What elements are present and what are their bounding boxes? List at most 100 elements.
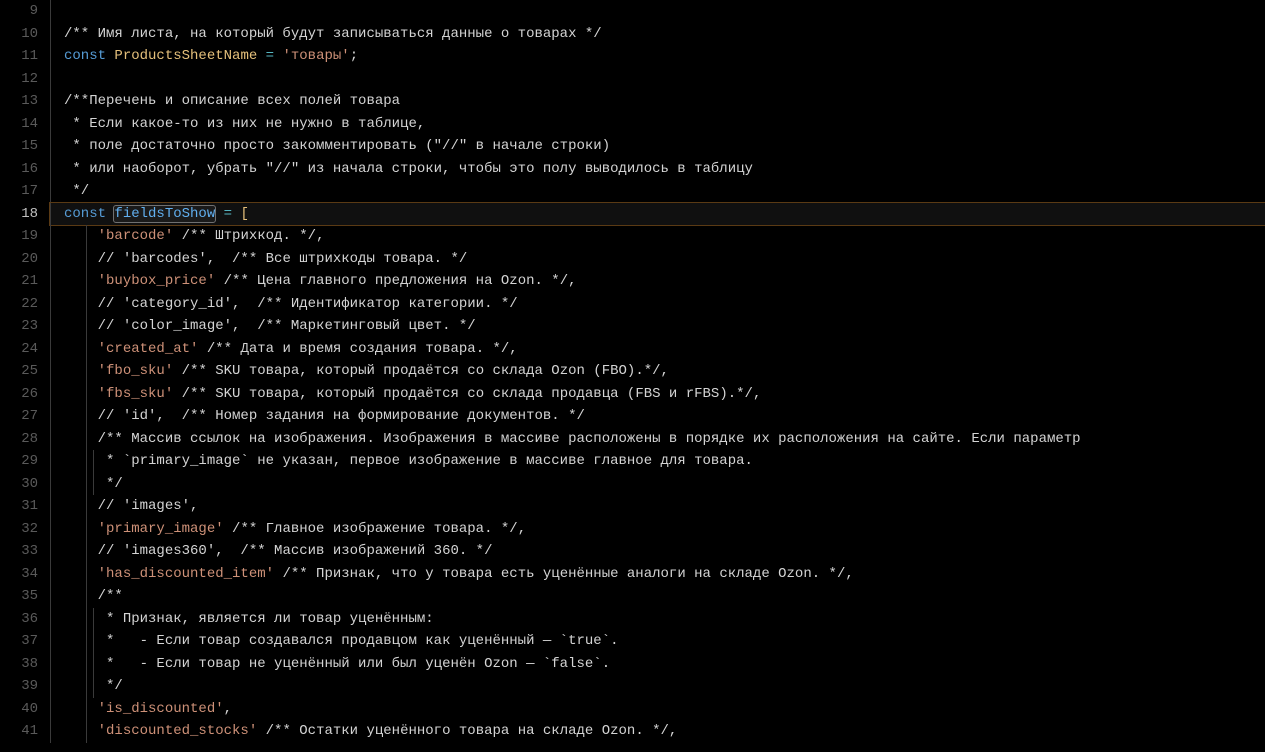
line-content[interactable]: * `primary_image` не указан, первое изоб… <box>50 450 1265 473</box>
line-number[interactable]: 37 <box>0 630 50 653</box>
line-number[interactable]: 30 <box>0 473 50 496</box>
line-number[interactable]: 25 <box>0 360 50 383</box>
code-line[interactable]: 19 'barcode' /** Штрихкод. */, <box>0 225 1265 248</box>
line-content[interactable] <box>50 68 1265 91</box>
line-content[interactable]: // 'barcodes', /** Все штрихкоды товара.… <box>50 248 1265 271</box>
line-content[interactable]: // 'color_image', /** Маркетинговый цвет… <box>50 315 1265 338</box>
code-line[interactable]: 29 * `primary_image` не указан, первое и… <box>0 450 1265 473</box>
line-content[interactable]: /** <box>50 585 1265 608</box>
code-line[interactable]: 17 */ <box>0 180 1265 203</box>
code-line[interactable]: 20 // 'barcodes', /** Все штрихкоды това… <box>0 248 1265 271</box>
line-content[interactable]: /** Имя листа, на который будут записыва… <box>50 23 1265 46</box>
line-number[interactable]: 34 <box>0 563 50 586</box>
line-content[interactable]: * - Если товар создавался продавцом как … <box>50 630 1265 653</box>
code-line[interactable]: 38 * - Если товар не уценённый или был у… <box>0 653 1265 676</box>
line-number[interactable]: 10 <box>0 23 50 46</box>
code-line[interactable]: 22 // 'category_id', /** Идентификатор к… <box>0 293 1265 316</box>
line-content[interactable]: */ <box>50 473 1265 496</box>
line-number[interactable]: 11 <box>0 45 50 68</box>
line-content[interactable]: 'discounted_stocks' /** Остатки уценённо… <box>50 720 1265 743</box>
code-line[interactable]: 24 'created_at' /** Дата и время создани… <box>0 338 1265 361</box>
code-line[interactable]: 32 'primary_image' /** Главное изображен… <box>0 518 1265 541</box>
code-line[interactable]: 30 */ <box>0 473 1265 496</box>
line-content[interactable]: const ProductsSheetName = 'товары'; <box>50 45 1265 68</box>
line-content[interactable]: 'created_at' /** Дата и время создания т… <box>50 338 1265 361</box>
line-content[interactable]: 'buybox_price' /** Цена главного предлож… <box>50 270 1265 293</box>
code-line[interactable]: 39 */ <box>0 675 1265 698</box>
code-line[interactable]: 14 * Если какое-то из них не нужно в таб… <box>0 113 1265 136</box>
line-content[interactable]: * Признак, является ли товар уценённым: <box>50 608 1265 631</box>
line-content[interactable]: 'is_discounted', <box>50 698 1265 721</box>
line-number[interactable]: 26 <box>0 383 50 406</box>
code-line[interactable]: 41 'discounted_stocks' /** Остатки уценё… <box>0 720 1265 743</box>
code-line[interactable]: 11const ProductsSheetName = 'товары'; <box>0 45 1265 68</box>
line-content[interactable]: // 'images360', /** Массив изображений 3… <box>50 540 1265 563</box>
line-number[interactable]: 14 <box>0 113 50 136</box>
code-line[interactable]: 35 /** <box>0 585 1265 608</box>
line-number[interactable]: 39 <box>0 675 50 698</box>
line-content[interactable] <box>50 0 1265 23</box>
code-line[interactable]: 28 /** Массив ссылок на изображения. Изо… <box>0 428 1265 451</box>
line-number[interactable]: 17 <box>0 180 50 203</box>
line-content[interactable]: /**Перечень и описание всех полей товара <box>50 90 1265 113</box>
line-number[interactable]: 21 <box>0 270 50 293</box>
highlighted-symbol[interactable]: fieldsToShow <box>114 206 215 222</box>
code-line[interactable]: 10/** Имя листа, на который будут записы… <box>0 23 1265 46</box>
line-content[interactable]: 'fbo_sku' /** SKU товара, который продаё… <box>50 360 1265 383</box>
code-line[interactable]: 15 * поле достаточно просто закомментиро… <box>0 135 1265 158</box>
code-line[interactable]: 23 // 'color_image', /** Маркетинговый ц… <box>0 315 1265 338</box>
line-number[interactable]: 23 <box>0 315 50 338</box>
line-number[interactable]: 29 <box>0 450 50 473</box>
code-line[interactable]: 36 * Признак, является ли товар уценённы… <box>0 608 1265 631</box>
line-number[interactable]: 32 <box>0 518 50 541</box>
line-content[interactable]: * - Если товар не уценённый или был уцен… <box>50 653 1265 676</box>
line-content[interactable]: const fieldsToShow = [ <box>50 203 1265 226</box>
code-line[interactable]: 13/**Перечень и описание всех полей това… <box>0 90 1265 113</box>
code-line[interactable]: 33 // 'images360', /** Массив изображени… <box>0 540 1265 563</box>
line-number[interactable]: 20 <box>0 248 50 271</box>
line-number[interactable]: 28 <box>0 428 50 451</box>
line-number[interactable]: 31 <box>0 495 50 518</box>
code-editor[interactable]: 910/** Имя листа, на который будут запис… <box>0 0 1265 752</box>
code-line[interactable]: 37 * - Если товар создавался продавцом к… <box>0 630 1265 653</box>
line-number[interactable]: 27 <box>0 405 50 428</box>
line-content[interactable]: // 'id', /** Номер задания на формирован… <box>50 405 1265 428</box>
line-content[interactable]: 'fbs_sku' /** SKU товара, который продаё… <box>50 383 1265 406</box>
line-number[interactable]: 13 <box>0 90 50 113</box>
line-content[interactable]: * Если какое-то из них не нужно в таблиц… <box>50 113 1265 136</box>
line-content[interactable]: */ <box>50 675 1265 698</box>
line-number[interactable]: 22 <box>0 293 50 316</box>
code-line[interactable]: 21 'buybox_price' /** Цена главного пред… <box>0 270 1265 293</box>
line-content[interactable]: /** Массив ссылок на изображения. Изобра… <box>50 428 1265 451</box>
line-content[interactable]: 'barcode' /** Штрихкод. */, <box>50 225 1265 248</box>
line-number[interactable]: 18 <box>0 203 50 226</box>
code-line[interactable]: 18const fieldsToShow = [ <box>0 203 1265 226</box>
line-content[interactable]: 'primary_image' /** Главное изображение … <box>50 518 1265 541</box>
code-line[interactable]: 25 'fbo_sku' /** SKU товара, который про… <box>0 360 1265 383</box>
code-line[interactable]: 9 <box>0 0 1265 23</box>
code-line[interactable]: 16 * или наоборот, убрать "//" из начала… <box>0 158 1265 181</box>
line-number[interactable]: 19 <box>0 225 50 248</box>
line-number[interactable]: 16 <box>0 158 50 181</box>
line-number[interactable]: 41 <box>0 720 50 743</box>
code-line[interactable]: 34 'has_discounted_item' /** Признак, чт… <box>0 563 1265 586</box>
line-content[interactable]: */ <box>50 180 1265 203</box>
line-content[interactable]: // 'category_id', /** Идентификатор кате… <box>50 293 1265 316</box>
line-content[interactable]: // 'images', <box>50 495 1265 518</box>
line-content[interactable]: * или наоборот, убрать "//" из начала ст… <box>50 158 1265 181</box>
line-content[interactable]: 'has_discounted_item' /** Признак, что у… <box>50 563 1265 586</box>
code-line[interactable]: 31 // 'images', <box>0 495 1265 518</box>
line-number[interactable]: 9 <box>0 0 50 23</box>
line-number[interactable]: 40 <box>0 698 50 721</box>
line-number[interactable]: 38 <box>0 653 50 676</box>
line-number[interactable]: 12 <box>0 68 50 91</box>
line-number[interactable]: 35 <box>0 585 50 608</box>
code-line[interactable]: 26 'fbs_sku' /** SKU товара, который про… <box>0 383 1265 406</box>
code-line[interactable]: 27 // 'id', /** Номер задания на формиро… <box>0 405 1265 428</box>
line-number[interactable]: 24 <box>0 338 50 361</box>
code-line[interactable]: 12 <box>0 68 1265 91</box>
line-number[interactable]: 15 <box>0 135 50 158</box>
line-number[interactable]: 36 <box>0 608 50 631</box>
code-line[interactable]: 40 'is_discounted', <box>0 698 1265 721</box>
line-content[interactable]: * поле достаточно просто закомментироват… <box>50 135 1265 158</box>
